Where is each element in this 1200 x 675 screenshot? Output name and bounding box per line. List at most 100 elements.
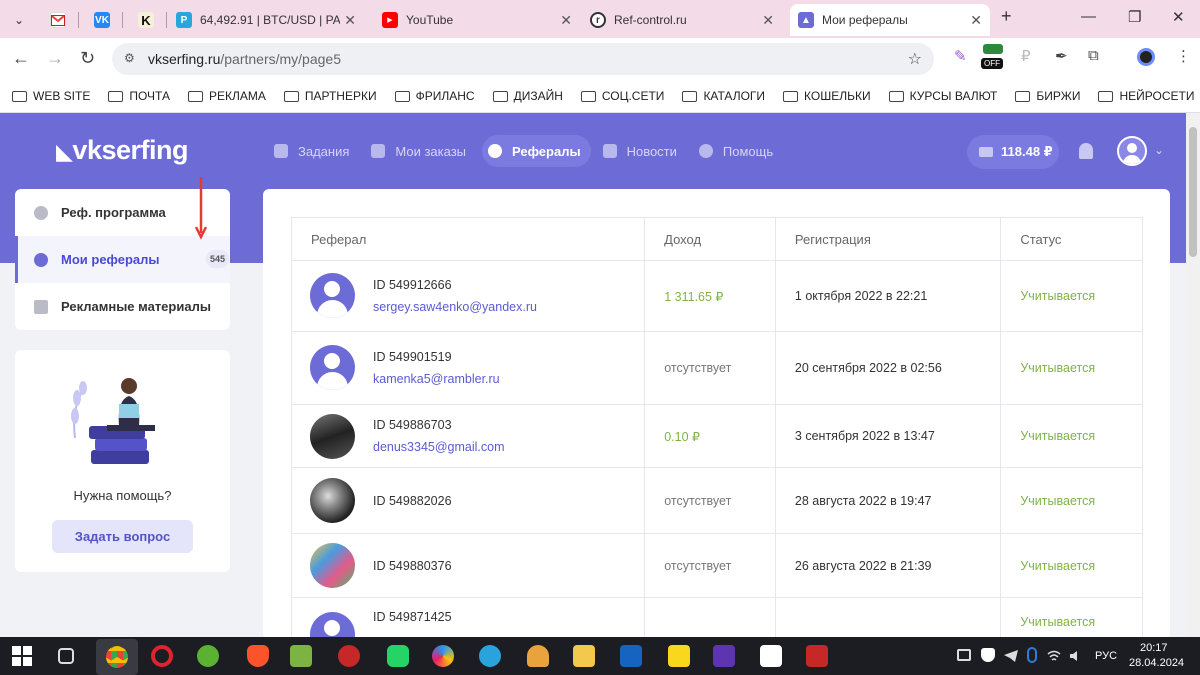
- rs-app-icon[interactable]: [806, 645, 828, 667]
- restore-icon[interactable]: ❐: [1128, 8, 1141, 26]
- bookmark-folder[interactable]: КАТАЛОГИ: [682, 89, 765, 103]
- bookmark-folder[interactable]: WEB SITE: [12, 89, 90, 103]
- site-logo[interactable]: ◣vkserfing: [56, 135, 188, 166]
- bell-icon[interactable]: [1079, 143, 1093, 159]
- clock-time[interactable]: 20:17: [1140, 642, 1168, 654]
- sidebar-item-label: Рекламные материалы: [61, 299, 211, 314]
- sidebar-item-ad-materials[interactable]: Рекламные материалы: [15, 283, 230, 330]
- tab-search-dropdown[interactable]: ⌄: [6, 4, 32, 36]
- nav-my-orders[interactable]: Мои заказы: [365, 135, 476, 167]
- bookmark-folder[interactable]: ДИЗАЙН: [492, 89, 563, 103]
- referral-id: ID 549912666: [373, 278, 452, 292]
- window-close-icon[interactable]: ✕: [1172, 8, 1185, 26]
- bluetooth-icon[interactable]: [1027, 647, 1037, 663]
- bookmark-label: НЕЙРОСЕТИ: [1119, 89, 1195, 103]
- percent-icon: [34, 206, 48, 220]
- eyedropper-icon[interactable]: ✒: [1055, 47, 1068, 65]
- red-arrow-annotation-icon: [195, 177, 207, 240]
- chevron-down-icon[interactable]: ⌄: [1154, 143, 1164, 157]
- bookmark-folder[interactable]: БИРЖИ: [1015, 89, 1080, 103]
- back-arrow-icon[interactable]: ←: [12, 48, 30, 69]
- url-field[interactable]: ⚙ vkserfing.ru/partners/my/page5 ☆: [112, 43, 934, 75]
- bookmark-label: БИРЖИ: [1036, 89, 1081, 103]
- ruble-extension-icon[interactable]: ₽: [1021, 47, 1031, 65]
- tab-payeer[interactable]: P 64,492.91 | BTC/USD | PAYEE ✕: [168, 4, 364, 36]
- taskbar-chrome-active[interactable]: [96, 639, 138, 675]
- profile-avatar-icon[interactable]: [1137, 48, 1155, 66]
- p-app-icon[interactable]: [338, 645, 360, 667]
- ask-question-button[interactable]: Задать вопрос: [52, 520, 193, 553]
- pen-extension-icon[interactable]: ✎: [954, 47, 967, 65]
- bookmark-star-icon[interactable]: ☆: [908, 49, 922, 69]
- telegram-icon[interactable]: [479, 645, 501, 667]
- telegram-tray-icon[interactable]: [1004, 649, 1018, 662]
- new-tab-plus-icon[interactable]: +: [1001, 6, 1012, 27]
- bookmark-folder[interactable]: КУРСЫ ВАЛЮТ: [888, 89, 997, 103]
- forward-arrow-icon[interactable]: →: [46, 48, 64, 69]
- terminal-app-icon[interactable]: [668, 645, 690, 667]
- page-scrollbar[interactable]: [1186, 113, 1200, 637]
- pen-app-icon[interactable]: [713, 645, 735, 667]
- opera-icon[interactable]: [151, 645, 173, 667]
- nav-help[interactable]: Помощь: [693, 135, 783, 167]
- windows-start-icon[interactable]: [12, 646, 32, 666]
- off-extension-icon[interactable]: OFF: [981, 44, 1005, 70]
- scrollbar-thumb[interactable]: [1189, 127, 1197, 257]
- wifi-icon[interactable]: [1047, 649, 1061, 661]
- sidebar-item-my-referrals[interactable]: Мои рефералы 545: [15, 236, 230, 283]
- tab-gmail[interactable]: [42, 4, 82, 36]
- registration-cell: 3 сентября 2022 в 13:47: [776, 405, 1002, 467]
- cup-app-icon[interactable]: [527, 645, 549, 667]
- folder-icon: [783, 90, 799, 102]
- bookmark-folder[interactable]: НЕЙРОСЕТИ: [1098, 89, 1194, 103]
- tab-label: 64,492.91 | BTC/USD | PAYEE: [200, 13, 340, 27]
- utorrent-icon[interactable]: [197, 645, 219, 667]
- bookmark-folder[interactable]: СОЦ.СЕТИ: [580, 89, 664, 103]
- tray-app-icon[interactable]: [957, 649, 971, 661]
- close-icon[interactable]: ✕: [560, 12, 572, 29]
- menu-kebab-icon[interactable]: ⋮: [1176, 47, 1191, 65]
- whatsapp-icon[interactable]: [387, 645, 409, 667]
- nav-tasks[interactable]: Задания: [268, 135, 359, 167]
- clock-date[interactable]: 28.04.2024: [1129, 657, 1184, 669]
- paint-palette-icon[interactable]: [432, 645, 454, 667]
- user-avatar[interactable]: [1117, 136, 1147, 166]
- task-view-icon[interactable]: [58, 648, 74, 664]
- close-icon[interactable]: ✕: [762, 12, 774, 29]
- referral-email-link[interactable]: denus3345@gmail.com: [373, 440, 505, 454]
- referral-email-link[interactable]: sergey.saw4enko@yandex.ru: [373, 300, 537, 314]
- registration-cell: 28 августа 2022 в 19:47: [776, 468, 1002, 533]
- reload-icon[interactable]: ↻: [80, 48, 95, 69]
- capcut-icon[interactable]: [760, 645, 782, 667]
- close-icon[interactable]: ✕: [344, 12, 356, 29]
- shield-icon[interactable]: [981, 648, 995, 662]
- tab-vk[interactable]: VK: [86, 4, 126, 36]
- close-icon[interactable]: ✕: [970, 12, 982, 29]
- nav-referrals[interactable]: Рефералы: [482, 135, 591, 167]
- tab-separator: [78, 12, 79, 28]
- language-indicator[interactable]: РУС: [1095, 650, 1117, 662]
- brave-icon[interactable]: [247, 645, 269, 667]
- minimize-icon[interactable]: —: [1081, 8, 1096, 25]
- ip-app-icon[interactable]: [620, 645, 642, 667]
- bookmark-folder[interactable]: ПАРТНЕРКИ: [283, 89, 377, 103]
- nav-news[interactable]: Новости: [597, 135, 687, 167]
- nav-label: Мои заказы: [395, 143, 467, 159]
- bookmark-folder[interactable]: КОШЕЛЬКИ: [783, 89, 871, 103]
- tab-refcontrol[interactable]: r Ref-control.ru ✕: [582, 4, 782, 36]
- avatar: [310, 478, 355, 523]
- bookmark-folder[interactable]: РЕКЛАМА: [187, 89, 266, 103]
- photo-editor-icon[interactable]: [290, 645, 312, 667]
- bookmark-folder[interactable]: ФРИЛАНС: [394, 89, 475, 103]
- tab-k[interactable]: K: [130, 4, 170, 36]
- tab-my-referrals[interactable]: ▲ Мои рефералы ✕: [790, 4, 990, 36]
- site-settings-icon[interactable]: ⚙: [124, 51, 135, 65]
- referral-email-link[interactable]: kamenka5@rambler.ru: [373, 372, 500, 386]
- balance-button[interactable]: 118.48 ₽: [967, 135, 1059, 169]
- volume-icon[interactable]: [1070, 649, 1082, 661]
- bookmark-folder[interactable]: ПОЧТА: [108, 89, 170, 103]
- tab-youtube[interactable]: ▶ YouTube ✕: [374, 4, 580, 36]
- avatar: [310, 414, 355, 459]
- mail-app-icon[interactable]: [573, 645, 595, 667]
- extensions-puzzle-icon[interactable]: ⧉: [1088, 47, 1099, 64]
